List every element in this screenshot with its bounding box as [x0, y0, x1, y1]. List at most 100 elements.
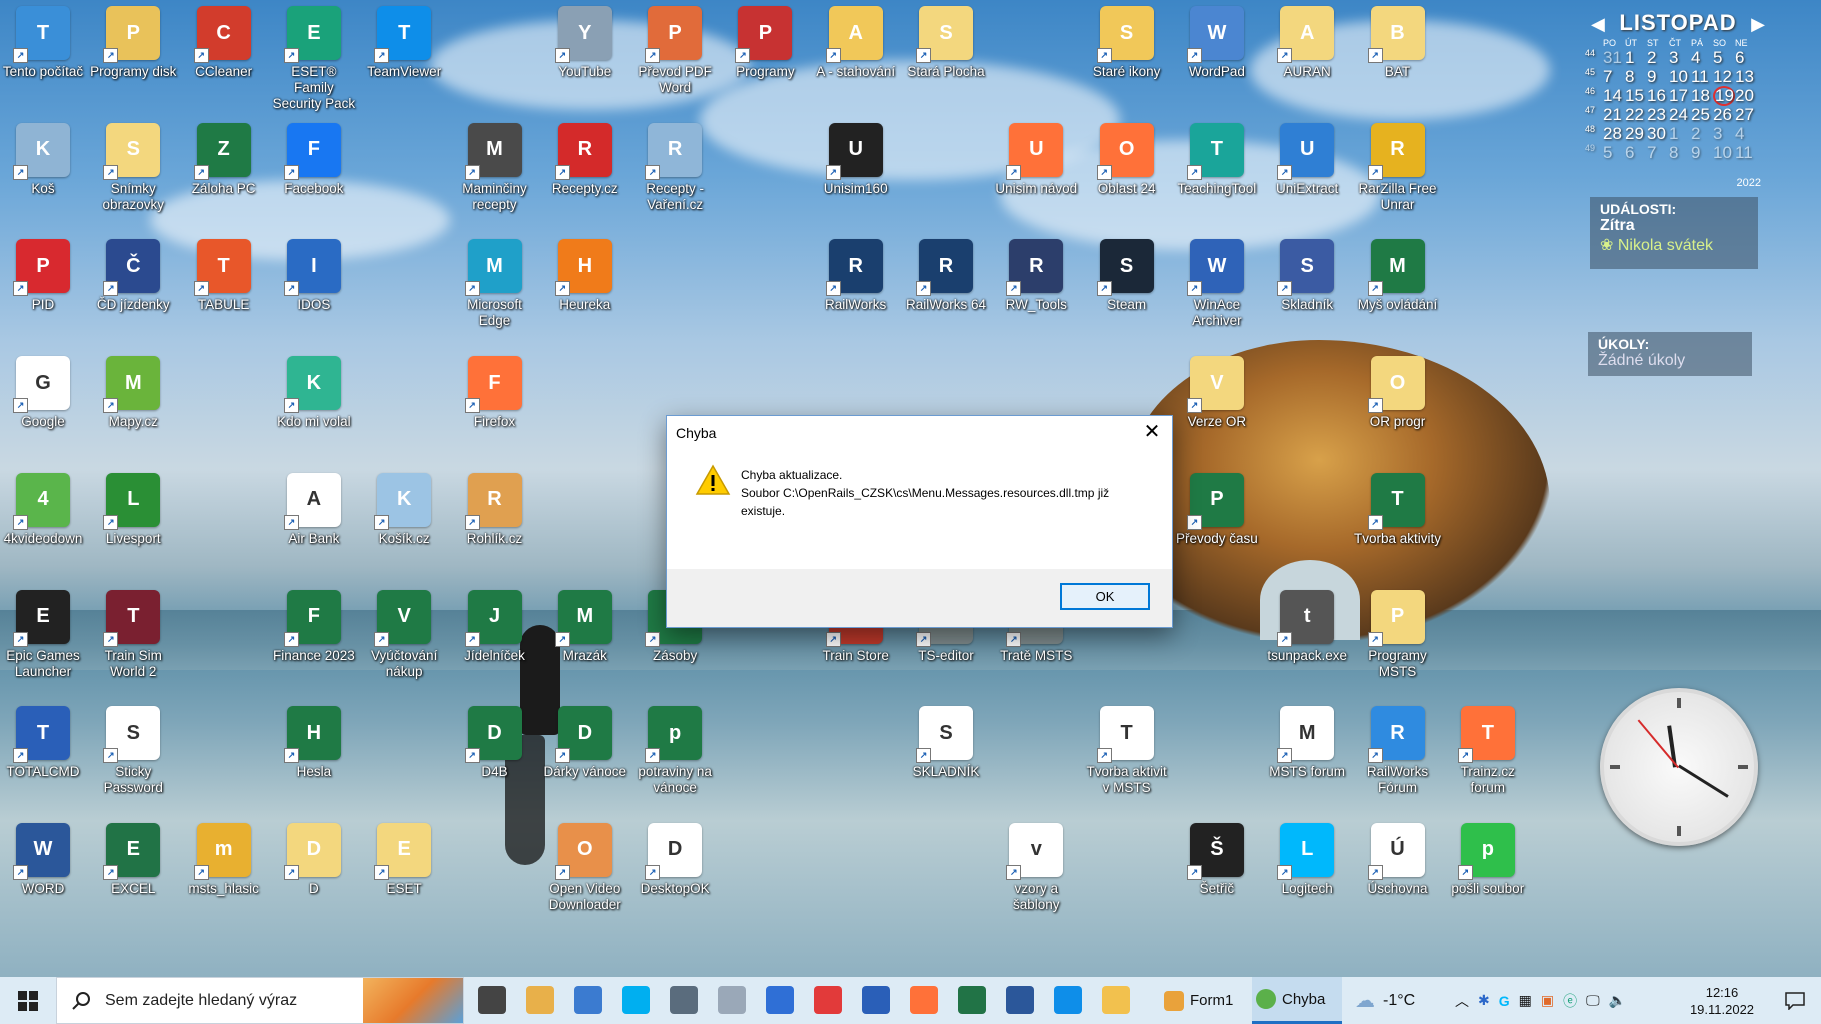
desktop-icon[interactable]: v ↗ vzory a šablony: [992, 822, 1080, 913]
ok-button[interactable]: OK: [1060, 583, 1150, 610]
desktop-icon[interactable]: D ↗ D4B: [451, 706, 539, 780]
desktop-icon[interactable]: S ↗ SKLADNÍK: [902, 706, 990, 780]
desktop-icon[interactable]: P ↗ Programy MSTS: [1354, 589, 1442, 680]
desktop-icon[interactable]: Z ↗ Záloha PC: [180, 122, 268, 197]
calendar-day[interactable]: 15: [1625, 86, 1647, 106]
desktop-icon[interactable]: U ↗ Unisim160: [812, 122, 900, 197]
calendar-day[interactable]: 10: [1713, 143, 1735, 163]
calendar-day[interactable]: 21: [1603, 105, 1625, 125]
desktop-icon[interactable]: R ↗ RarZilla Free Unrar: [1354, 122, 1442, 213]
desktop-icon[interactable]: K ↗ Košík.cz: [360, 472, 448, 547]
calendar-day[interactable]: 17: [1669, 86, 1691, 106]
desktop-icon[interactable]: V ↗ Vyúčtování nákup: [360, 589, 448, 680]
calendar-day[interactable]: 11: [1735, 143, 1757, 163]
calendar-day[interactable]: 30: [1647, 124, 1669, 144]
calendar-day[interactable]: 7: [1603, 67, 1625, 87]
search-box[interactable]: Sem zadejte hledaný výraz: [56, 977, 464, 1024]
desktop-icon[interactable]: T ↗ Train Sim World 2: [89, 589, 177, 680]
network-pc-icon[interactable]: [574, 986, 602, 1014]
desktop-icon[interactable]: p ↗ pošli soubor: [1444, 822, 1532, 897]
taskbar-form1[interactable]: Form1: [1160, 977, 1254, 1024]
calendar-day[interactable]: 4: [1691, 48, 1713, 68]
calendar-day[interactable]: 31: [1603, 48, 1625, 68]
calendar-day[interactable]: 13: [1735, 67, 1757, 87]
calendar-day[interactable]: 9: [1647, 67, 1669, 87]
desktop-icon[interactable]: A ↗ A - stahování: [812, 6, 900, 80]
calendar-day[interactable]: 9: [1691, 143, 1713, 163]
calendar-day[interactable]: 19: [1713, 86, 1735, 106]
desktop-icon[interactable]: W ↗ WordPad: [1173, 6, 1261, 80]
desktop-icon[interactable]: C ↗ CCleaner: [180, 6, 268, 80]
sticky-password-icon[interactable]: [814, 986, 842, 1014]
app-tray-icon[interactable]: ▣: [1541, 992, 1554, 1009]
desktop-icon[interactable]: M ↗ Microsoft Edge: [451, 239, 539, 329]
desktop-icon[interactable]: M ↗ Mrazák: [541, 589, 629, 664]
desktop-icon[interactable]: Š ↗ Šetřič: [1173, 822, 1261, 897]
clock-display[interactable]: 12:16 19.11.2022: [1672, 977, 1772, 1024]
desktop-icon[interactable]: G ↗ Google: [0, 356, 87, 430]
calendar-day[interactable]: 14: [1603, 86, 1625, 106]
desktop-icon[interactable]: F ↗ Facebook: [270, 122, 358, 197]
calendar-day[interactable]: 4: [1735, 124, 1757, 144]
chevron-up-icon[interactable]: ︿: [1455, 991, 1469, 1011]
desktop-icon[interactable]: L ↗ Logitech: [1263, 822, 1351, 897]
desktop-icon[interactable]: P ↗ Převod PDF Word: [631, 6, 719, 96]
tasks-item[interactable]: Žádné úkoly: [1598, 352, 1742, 370]
teamviewer-icon[interactable]: [1054, 986, 1082, 1014]
desktop-icon[interactable]: T ↗ TOTALCMD: [0, 706, 87, 780]
keyboard-tool-icon[interactable]: [718, 986, 746, 1014]
calendar-day[interactable]: 24: [1669, 105, 1691, 125]
calendar-day[interactable]: 18: [1691, 86, 1713, 106]
desktop-icon[interactable]: W ↗ WORD: [0, 822, 87, 897]
desktop-icon[interactable]: O ↗ Open Video Downloader: [541, 822, 629, 913]
calendar-day[interactable]: 2: [1691, 124, 1713, 144]
desktop-icon[interactable]: D ↗ Dárky vánoce: [541, 706, 629, 780]
desktop-icon[interactable]: R ↗ RailWorks 64: [902, 239, 990, 313]
calendar-day[interactable]: 25: [1691, 105, 1713, 125]
totalcmd-icon[interactable]: [862, 986, 890, 1014]
calendar-day[interactable]: 7: [1647, 143, 1669, 163]
logitech-tray-icon[interactable]: G: [1499, 993, 1510, 1009]
desktop-icon[interactable]: J ↗ Jídelníček: [451, 589, 539, 664]
desktop-icon[interactable]: L ↗ Livesport: [89, 472, 177, 547]
desktop-icon[interactable]: S ↗ Steam: [1083, 239, 1171, 313]
desktop-icon[interactable]: S ↗ Skladník: [1263, 239, 1351, 313]
calendar-day[interactable]: 20: [1735, 86, 1757, 106]
desktop-icon[interactable]: S ↗ Snímky obrazovky: [89, 122, 177, 213]
files-app-icon[interactable]: [526, 986, 554, 1014]
desktop-icon[interactable]: O ↗ Oblast 24: [1083, 122, 1171, 197]
calendar-tray-icon[interactable]: ▦: [1519, 992, 1532, 1009]
sticky-tray-icon[interactable]: ✱: [1478, 992, 1490, 1009]
desktop-icon[interactable]: T ↗ TeachingTool: [1173, 122, 1261, 197]
weather-widget[interactable]: ☁ -1°C: [1355, 977, 1415, 1024]
calendar-day[interactable]: 16: [1647, 86, 1669, 106]
calendar-day[interactable]: 11: [1691, 67, 1713, 87]
desktop-icon[interactable]: E ↗ ESET® Family Security Pack: [270, 6, 358, 112]
desktop-icon[interactable]: R ↗ Rohlík.cz: [451, 472, 539, 547]
calendar-day[interactable]: 29: [1625, 124, 1647, 144]
desktop-icon[interactable]: M ↗ Myš ovládání: [1354, 239, 1442, 313]
desktop-icon[interactable]: 4 ↗ 4kvideodown: [0, 472, 87, 547]
desktop-icon[interactable]: R ↗ Recepty - Vaření.cz: [631, 122, 719, 213]
calendar-day[interactable]: 27: [1735, 105, 1757, 125]
desktop-icon[interactable]: A ↗ AURAN: [1263, 6, 1351, 80]
word-icon[interactable]: [1006, 986, 1034, 1014]
desktop-icon[interactable]: I ↗ IDOS: [270, 239, 358, 313]
desktop-icon[interactable]: E ↗ EXCEL: [89, 822, 177, 897]
eset-tray-icon[interactable]: ⓔ: [1563, 991, 1577, 1011]
desktop-icon[interactable]: T ↗ TeamViewer: [360, 6, 448, 80]
desktop-icon[interactable]: S ↗ Stará Plocha: [902, 6, 990, 80]
desktop-icon[interactable]: U ↗ Unisim návod: [992, 122, 1080, 197]
desktop-icon[interactable]: T ↗ TABULE: [180, 239, 268, 313]
calendar-day[interactable]: 8: [1669, 143, 1691, 163]
calendar-day[interactable]: 6: [1735, 48, 1757, 68]
calendar-day[interactable]: 2: [1647, 48, 1669, 68]
desktop-icon[interactable]: B ↗ BAT: [1354, 6, 1442, 80]
calendar-next-icon[interactable]: ▶: [1751, 14, 1765, 35]
calendar-day[interactable]: 10: [1669, 67, 1691, 87]
desktop-icon[interactable]: D ↗ D: [270, 822, 358, 897]
desktop-icon[interactable]: K ↗ Kdo mi volal: [270, 356, 358, 430]
desktop-icon[interactable]: T ↗ Tvorba aktivit v MSTS: [1083, 706, 1171, 796]
desktop-icon[interactable]: P ↗ Převody času: [1173, 472, 1261, 547]
volume-icon[interactable]: 🔈: [1609, 992, 1626, 1009]
